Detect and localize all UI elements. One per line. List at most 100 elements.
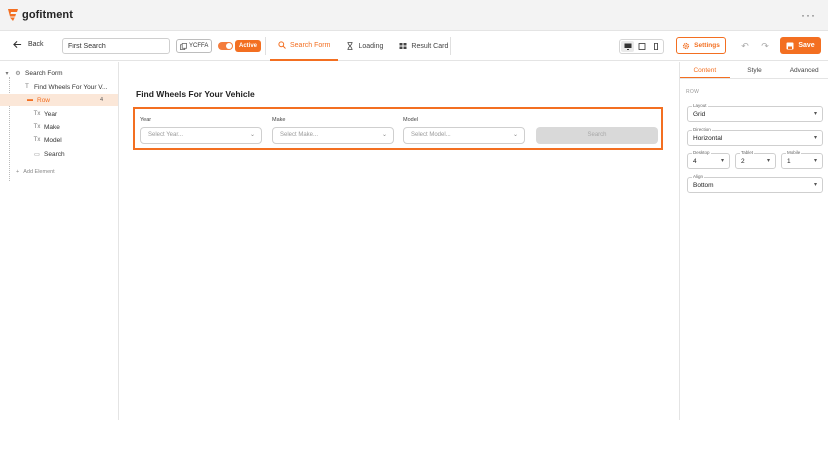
search-button[interactable]: Search: [536, 127, 658, 144]
monitor-icon: [624, 43, 631, 50]
year-label: Year: [140, 117, 152, 123]
chevron-down-icon: ⌄: [512, 132, 518, 138]
text-field-icon: Tx: [33, 124, 41, 130]
copy-icon: [180, 42, 187, 50]
tree-item-title[interactable]: T Find Wheels For Your V...: [23, 81, 107, 93]
form-name-input[interactable]: [62, 38, 170, 54]
active-status-badge: Active: [235, 40, 262, 52]
direction-label: Direction: [692, 127, 712, 132]
row-child-count: 4: [99, 97, 103, 103]
form-title[interactable]: Find Wheels For Your Vehicle: [136, 89, 255, 99]
year-placeholder: Select Year...: [148, 132, 184, 138]
tab-advanced[interactable]: Advanced: [779, 62, 828, 78]
add-element-label: Add Element: [23, 169, 55, 175]
tab-label: Result Card: [411, 42, 449, 50]
tab-content[interactable]: Content: [680, 62, 730, 78]
desktop-value: 4: [693, 158, 697, 165]
tree-item-label: Year: [44, 110, 58, 118]
element-tree-panel: ▾ ⚙ Search Form T Find Wheels For Your V…: [0, 62, 119, 420]
make-select[interactable]: Select Make... ⌄: [272, 127, 394, 144]
device-switcher: [619, 39, 664, 54]
layout-label: Layout: [692, 103, 708, 108]
direction-select[interactable]: Direction Horizontal ▾: [687, 127, 823, 146]
year-select[interactable]: Select Year... ⌄: [140, 127, 262, 144]
selected-row[interactable]: Year Select Year... ⌄ Make Select Make..…: [133, 107, 663, 150]
model-label: Model: [403, 117, 418, 123]
more-horizontal-icon[interactable]: ···: [801, 8, 816, 22]
smartphone-icon: [653, 43, 658, 50]
form-code: YCFFA: [189, 43, 209, 49]
mobile-columns-select[interactable]: Mobile 1 ▾: [781, 150, 823, 169]
layout-select[interactable]: Layout Grid ▾: [687, 103, 823, 122]
caret-down-icon: ▾: [813, 111, 817, 117]
tree-item-label: Find Wheels For Your V...: [34, 83, 108, 91]
plus-icon: +: [16, 169, 20, 175]
tree-item-model[interactable]: Tx Model: [33, 134, 62, 146]
tablet-columns-select[interactable]: Tablet 2 ▾: [735, 150, 776, 169]
settings-label: Settings: [694, 42, 720, 49]
copy-code-chip[interactable]: YCFFA: [176, 39, 213, 53]
settings-button[interactable]: Settings: [676, 37, 726, 54]
text-field-icon: Tx: [33, 111, 41, 117]
make-placeholder: Select Make...: [280, 132, 319, 138]
desktop-columns-select[interactable]: Desktop 4 ▾: [687, 150, 730, 169]
tree-guide: [9, 77, 10, 181]
tree-item-search[interactable]: ▭ Search: [33, 148, 65, 160]
redo-icon[interactable]: ↷: [759, 40, 771, 52]
tree-item-row[interactable]: ▬ Row 4: [0, 94, 118, 106]
active-toggle[interactable]: [218, 42, 233, 50]
floppy-disk-icon: [786, 42, 794, 49]
tree-item-label: Model: [44, 136, 62, 144]
tablet-label: Tablet: [740, 150, 755, 155]
tab-loading[interactable]: Loading: [338, 31, 391, 61]
app-name: gofitment: [22, 9, 74, 21]
tab-label: Loading: [358, 42, 384, 50]
gofitment-logo-icon: [8, 9, 18, 21]
tablet-view-button[interactable]: [635, 41, 648, 52]
make-label: Make: [272, 117, 286, 123]
tree-item-label: Search: [44, 150, 65, 158]
tab-result-card[interactable]: Result Card: [391, 31, 456, 61]
tab-style[interactable]: Style: [730, 62, 780, 78]
properties-tabs: Content Style Advanced: [680, 62, 828, 79]
layout-value: Grid: [693, 111, 706, 118]
tree-item-label: Make: [44, 123, 60, 131]
section-heading: ROW: [686, 89, 700, 95]
tab-label: Search Form: [290, 41, 331, 49]
tab-search-form[interactable]: Search Form: [270, 31, 339, 61]
caret-down-icon: ▾: [813, 182, 817, 188]
save-button[interactable]: Save: [780, 37, 821, 54]
arrow-left-icon: [13, 40, 22, 49]
model-select[interactable]: Select Model... ⌄: [403, 127, 525, 144]
app-header: gofitment ···: [0, 0, 828, 31]
desktop-label: Desktop: [692, 150, 711, 155]
properties-panel: Content Style Advanced ROW Layout Grid ▾…: [679, 62, 828, 420]
editor-toolbar: Back YCFFA Active Search Form Loading Re…: [0, 31, 828, 61]
align-select[interactable]: Align Bottom ▾: [687, 174, 823, 193]
direction-value: Horizontal: [693, 135, 723, 142]
mobile-view-button[interactable]: [649, 41, 662, 52]
tablet-icon: [638, 43, 645, 50]
button-icon: ▭: [34, 151, 40, 158]
tree-item-make[interactable]: Tx Make: [33, 121, 60, 133]
mobile-value: 1: [787, 158, 791, 165]
chevron-down-icon: ⌄: [381, 132, 387, 138]
gear-icon: [683, 42, 690, 49]
toolbar-divider: [450, 37, 451, 55]
undo-icon[interactable]: ↶: [739, 40, 751, 52]
tree-item-search-form[interactable]: ▾ ⚙ Search Form: [3, 67, 63, 79]
caret-down-icon: ▾: [813, 135, 817, 141]
gear-icon: ⚙: [15, 70, 21, 77]
caret-down-icon: ▾: [720, 158, 724, 164]
align-label: Align: [692, 174, 705, 179]
text-heading-icon: T: [25, 84, 29, 90]
add-element-button[interactable]: + Add Element: [16, 169, 55, 175]
tree-item-label: Row: [37, 96, 51, 104]
back-button[interactable]: Back: [13, 40, 44, 49]
tree-item-label: Search Form: [25, 69, 63, 77]
model-placeholder: Select Model...: [411, 132, 451, 138]
desktop-view-button[interactable]: [621, 41, 634, 52]
app-logo: gofitment: [8, 9, 73, 21]
hourglass-icon: [347, 42, 353, 50]
tree-item-year[interactable]: Tx Year: [33, 108, 57, 120]
